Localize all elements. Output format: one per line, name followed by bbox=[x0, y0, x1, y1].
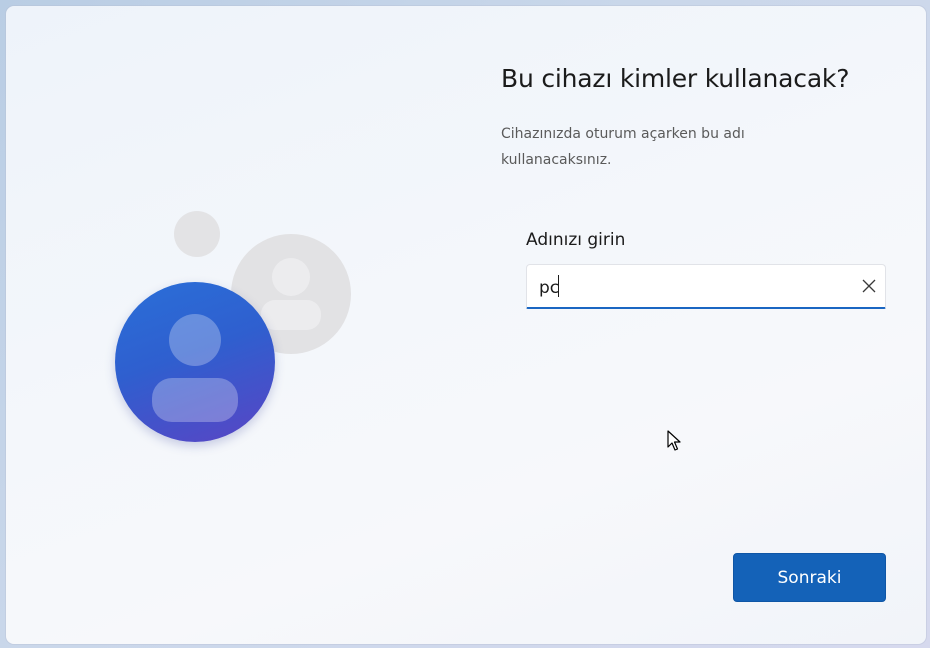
avatar-head bbox=[169, 314, 221, 366]
avatar-head bbox=[272, 258, 310, 296]
text-caret bbox=[558, 275, 560, 297]
page-title: Bu cihazı kimler kullanacak? bbox=[501, 64, 850, 93]
next-button[interactable]: Sonraki bbox=[733, 553, 886, 602]
name-input-value[interactable]: pc bbox=[539, 275, 560, 298]
avatar-body bbox=[261, 300, 321, 330]
avatar-body bbox=[152, 378, 238, 422]
oobe-window: Bu cihazı kimler kullanacak? Cihazınızda… bbox=[6, 6, 926, 644]
close-icon bbox=[862, 279, 876, 293]
name-input[interactable]: pc bbox=[526, 264, 886, 309]
users-illustration bbox=[6, 6, 466, 644]
clear-input-button[interactable] bbox=[855, 273, 883, 299]
name-field-label: Adınızı girin bbox=[526, 230, 626, 250]
small-bubble-icon bbox=[174, 211, 220, 257]
mouse-pointer-icon bbox=[667, 430, 681, 451]
page-subtitle: Cihazınızda oturum açarken bu adı kullan… bbox=[501, 126, 745, 168]
primary-user-avatar-icon bbox=[115, 282, 275, 442]
